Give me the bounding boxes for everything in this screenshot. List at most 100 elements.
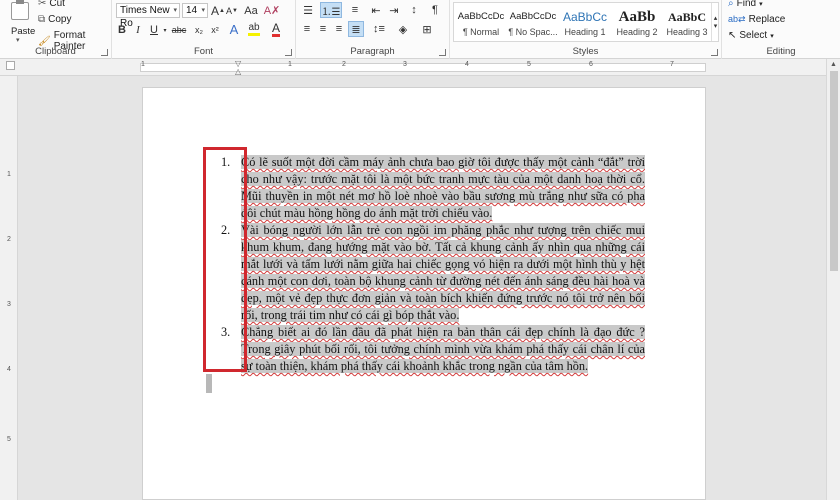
style-normal[interactable]: AaBbCcDc ¶ Normal [456, 7, 506, 43]
grow-font-button[interactable]: A ▲ [211, 3, 225, 18]
search-icon: ⌕ [728, 0, 734, 9]
dialog-launcher-icon[interactable] [711, 49, 718, 56]
scissors-icon: ✂ [38, 0, 47, 9]
bullet-list-icon: ☰ [303, 4, 313, 17]
dialog-launcher-icon[interactable] [101, 49, 108, 56]
tab-selector[interactable] [6, 61, 15, 70]
highlight-button[interactable]: ab [246, 22, 262, 37]
numbered-list[interactable]: 1. Có lẽ suốt một đời cầm máy ảnh chưa b… [221, 154, 645, 375]
chevron-down-icon: ▾ [173, 7, 177, 14]
strikethrough-icon: abc [171, 25, 187, 35]
grow-font-icon: A [211, 3, 220, 18]
pilcrow-icon: ¶ [432, 4, 438, 16]
hanging-indent-icon[interactable]: △ [235, 67, 241, 76]
eraser-icon: A✗ [263, 5, 281, 17]
ruler-number: 5 [7, 436, 11, 443]
chevron-down-icon[interactable]: ▾ [162, 23, 168, 37]
borders-icon: ⊞ [422, 23, 432, 36]
style-heading-1[interactable]: AaBbCc Heading 1 [560, 7, 610, 43]
subscript-button[interactable]: x₂ [192, 23, 206, 37]
vertical-ruler[interactable]: 1 2 3 4 5 [0, 76, 18, 500]
line-spacing-icon: ↕≡ [373, 23, 385, 35]
italic-button[interactable]: I [132, 23, 144, 37]
cursor-icon: ↖ [728, 30, 737, 41]
change-case-button[interactable]: Aa [243, 3, 259, 18]
style-preview: AaBbCc [562, 10, 608, 24]
shrink-font-button[interactable]: A ▼ [226, 3, 238, 18]
bullets-button[interactable]: ☰ [300, 3, 316, 17]
replace-icon: ab⇄ [728, 14, 746, 24]
increase-indent-button[interactable]: ⇥ [386, 3, 402, 17]
decrease-indent-button[interactable]: ⇤ [368, 3, 384, 17]
annotation-highlight-box [203, 147, 247, 372]
text-effects-button[interactable]: A [226, 22, 242, 37]
style-heading-2[interactable]: AaBb Heading 2 [612, 7, 662, 43]
list-item-text[interactable]: Chẳng biết ai đó lần đầu đã phát hiện ra… [241, 325, 645, 373]
paste-button[interactable]: Paste ▾ [6, 0, 36, 44]
paragraph-mark [206, 374, 212, 393]
clipboard-group-label: Clipboard [35, 46, 76, 57]
replace-button[interactable]: ab⇄ Replace [728, 14, 785, 25]
list-item[interactable]: 2. Vài bóng người lớn lẫn trẻ con ngồi i… [221, 222, 645, 324]
list-item[interactable]: 3. Chẳng biết ai đó lần đầu đã phát hiện… [221, 324, 645, 375]
paragraph-group-label: Paragraph [350, 46, 395, 57]
dialog-launcher-icon[interactable] [439, 49, 446, 56]
find-button[interactable]: ⌕ Find ▾ [728, 0, 763, 9]
cut-button[interactable]: ✂ Cut [38, 0, 65, 9]
justify-icon: ≣ [351, 23, 361, 36]
copy-label: Copy [48, 14, 72, 25]
shading-button[interactable]: ◈ [394, 22, 412, 36]
paintbrush-icon: 🖌 [38, 35, 51, 47]
borders-button[interactable]: ⊞ [418, 22, 436, 36]
ruler-number: 5 [527, 61, 531, 68]
font-size-value: 14 [186, 5, 198, 16]
font-color-icon: A [271, 20, 280, 37]
align-left-icon: ≡ [303, 23, 311, 35]
strikethrough-button[interactable]: abc [170, 23, 188, 37]
show-marks-button[interactable]: ¶ [428, 3, 442, 17]
vertical-scrollbar[interactable]: ▲ [826, 59, 840, 500]
font-size-select[interactable]: 14 ▾ [182, 3, 208, 18]
style-name: Heading 3 [666, 27, 708, 37]
align-right-button[interactable]: ≡ [332, 22, 346, 36]
horizontal-ruler[interactable]: 1 1 2 3 4 5 6 7 ▽ △ [0, 59, 840, 76]
ruler-number: 1 [141, 61, 145, 68]
list-item[interactable]: 1. Có lẽ suốt một đời cầm máy ảnh chưa b… [221, 154, 645, 222]
copy-icon: ⧉ [38, 14, 46, 25]
justify-button[interactable]: ≣ [348, 21, 364, 37]
style-preview: AaBbC [667, 10, 706, 24]
font-color-button[interactable]: A [268, 22, 284, 37]
clear-formatting-button[interactable]: A✗ [263, 3, 281, 18]
style-no-spacing[interactable]: AaBbCcDc ¶ No Spac... [508, 7, 558, 43]
numbering-button[interactable]: ⒈☰ [320, 2, 342, 18]
bold-icon: B [118, 24, 126, 36]
list-item-text[interactable]: Có lẽ suốt một đời cầm máy ảnh chưa bao … [241, 155, 645, 220]
scroll-up-icon[interactable]: ▲ [830, 61, 837, 68]
align-left-button[interactable]: ≡ [300, 22, 314, 36]
editing-group: ⌕ Find ▾ ab⇄ Replace ↖ Select ▾ Editing [722, 0, 840, 59]
styles-scroll-button[interactable]: ▴ ▾ [711, 3, 719, 41]
superscript-icon: x² [211, 25, 219, 35]
font-group-label: Font [193, 46, 213, 57]
chevron-down-icon: ▾ [770, 32, 774, 40]
replace-label: Replace [748, 14, 786, 25]
list-item-text[interactable]: Vài bóng người lớn lẫn trẻ con ngồi im p… [241, 223, 645, 322]
dialog-launcher-icon[interactable] [285, 49, 292, 56]
select-label: Select [739, 30, 768, 41]
underline-button[interactable]: U [148, 23, 160, 37]
superscript-button[interactable]: x² [208, 23, 222, 37]
copy-button[interactable]: ⧉ Copy [38, 14, 72, 25]
align-center-button[interactable]: ≡ [316, 22, 330, 36]
style-heading-3[interactable]: AaBbC Heading 3 [662, 7, 712, 43]
sort-button[interactable]: ↕ [406, 3, 422, 17]
ruler-number: 2 [342, 61, 346, 68]
select-button[interactable]: ↖ Select ▾ [728, 30, 774, 41]
multilevel-list-button[interactable]: ≡ [346, 3, 364, 17]
font-name-select[interactable]: Times New Ro ▾ [116, 3, 180, 29]
line-spacing-button[interactable]: ↕≡ [370, 22, 388, 36]
style-preview: AaBb [618, 9, 656, 25]
italic-icon: I [136, 24, 140, 36]
bold-button[interactable]: B [116, 23, 128, 37]
ribbon: Paste ▾ ✂ Cut ⧉ Copy 🖌 Format Painter Cl… [0, 0, 840, 59]
scroll-thumb[interactable] [830, 71, 838, 271]
